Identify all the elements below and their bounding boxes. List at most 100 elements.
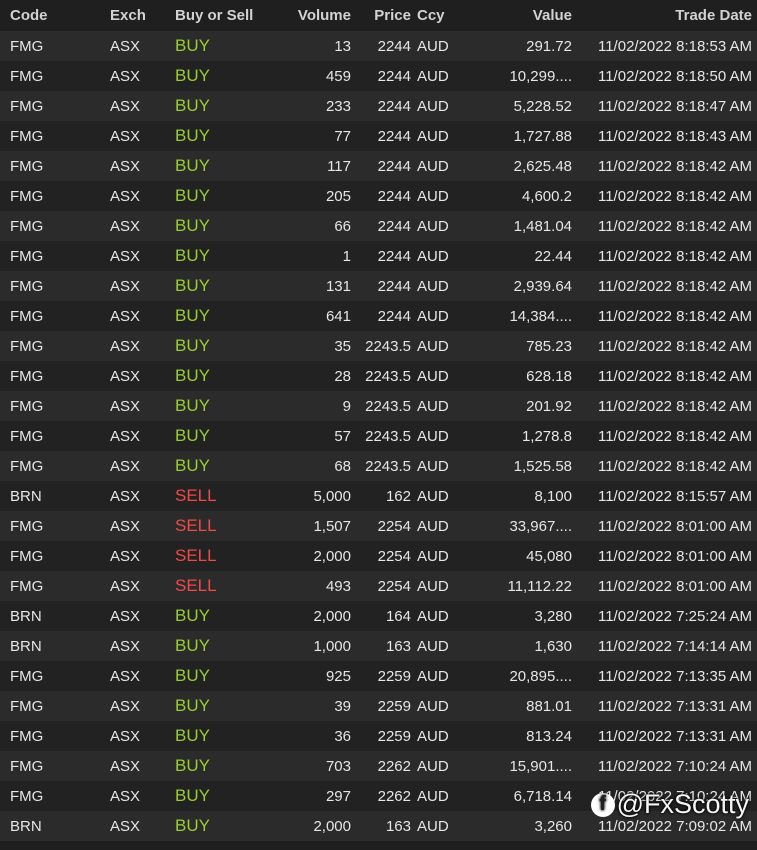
cell-value: 14,384.... [509,307,572,325]
cell-value: 1,278.8 [521,427,572,445]
cell-trade-date: 11/02/2022 7:09:02 AM [597,817,752,835]
table-row[interactable]: FMG ASX BUY 39 2259 AUD 881.01 11/02/2022 7:13:… [0,691,757,721]
table-row[interactable]: FMG ASX BUY 13 2244 AUD 291.72 11/02/2022 8:18:… [0,31,757,61]
column-header-code[interactable]: Code [0,7,100,24]
cell-volume: 459 [325,67,351,85]
cell-ccy: AUD [417,667,449,685]
cell-side: SELL [175,516,217,535]
cell-ccy: AUD [417,577,449,595]
cell-ccy: AUD [417,817,449,835]
cell-exch: ASX [110,277,141,295]
table-row[interactable]: BRN ASX SELL 5,000 162 AUD 8,100 11/02/2022 8:1… [0,481,757,511]
table-row[interactable]: FMG ASX SELL 1,507 2254 AUD 33,967.... 11/02/20… [0,511,757,541]
cell-exch: ASX [110,787,141,805]
cell-trade-date: 11/02/2022 8:18:50 AM [597,67,752,85]
cell-exch: ASX [110,517,141,535]
table-row[interactable]: FMG ASX BUY 233 2244 AUD 5,228.52 11/02/2022 8:… [0,91,757,121]
cell-trade-date: 11/02/2022 8:18:42 AM [597,367,752,385]
cell-price: 163 [385,817,411,835]
cell-exch: ASX [110,667,141,685]
cell-side: SELL [175,486,217,505]
table-row[interactable]: FMG ASX SELL 2,000 2254 AUD 45,080 11/02/2022 8… [0,541,757,571]
cell-exch: ASX [110,337,141,355]
cell-exch: ASX [110,727,141,745]
table-row[interactable]: BRN ASX BUY 1,000 163 AUD 1,630 11/02/2022 7:14… [0,631,757,661]
table-row[interactable]: FMG ASX BUY 66 2244 AUD 1,481.04 11/02/2022 8:1… [0,211,757,241]
column-header-exch[interactable]: Exch [100,7,175,24]
cell-value: 5,228.52 [513,97,572,115]
cell-volume: 77 [334,127,351,145]
cell-volume: 1,000 [313,637,351,655]
cell-value: 628.18 [526,367,572,385]
table-row[interactable]: FMG ASX BUY 703 2262 AUD 15,901.... 11/02/2022 … [0,751,757,781]
cell-side: BUY [175,696,210,715]
cell-exch: ASX [110,37,141,55]
cell-side: BUY [175,456,210,475]
cell-price: 2259 [377,727,411,745]
table-row[interactable]: BRN ASX BUY 2,000 164 AUD 3,280 11/02/2022 7:25… [0,601,757,631]
cell-value: 881.01 [526,697,572,715]
table-row[interactable]: FMG ASX BUY 77 2244 AUD 1,727.88 11/02/2022 8:1… [0,121,757,151]
column-header-value[interactable]: Value [453,7,573,24]
cell-code: FMG [10,127,44,145]
cell-price: 2244 [377,307,411,325]
table-row[interactable]: FMG ASX BUY 9 2243.5 AUD 201.92 11/02/2022 8:18… [0,391,757,421]
cell-trade-date: 11/02/2022 8:18:42 AM [597,337,752,355]
cell-price: 164 [385,607,411,625]
table-row[interactable]: FMG ASX BUY 117 2244 AUD 2,625.48 11/02/2022 8:… [0,151,757,181]
cell-ccy: AUD [417,397,449,415]
facebook-icon: f [590,792,615,817]
cell-ccy: AUD [417,157,449,175]
cell-price: 2244 [377,37,411,55]
table-row[interactable]: FMG ASX BUY 57 2243.5 AUD 1,278.8 11/02/2022 8:… [0,421,757,451]
cell-side: BUY [175,366,210,385]
cell-volume: 925 [325,667,351,685]
cell-price: 2243.5 [365,427,411,445]
cell-ccy: AUD [417,217,449,235]
cell-ccy: AUD [417,337,449,355]
cell-ccy: AUD [417,307,449,325]
cell-code: FMG [10,247,44,265]
column-header-volume[interactable]: Volume [271,7,353,24]
cell-ccy: AUD [417,547,449,565]
cell-volume: 5,000 [313,487,351,505]
cell-side: BUY [175,606,210,625]
cell-volume: 297 [325,787,351,805]
cell-exch: ASX [110,97,141,115]
cell-exch: ASX [110,127,141,145]
cell-trade-date: 11/02/2022 7:13:31 AM [597,727,752,745]
cell-price: 2244 [377,217,411,235]
cell-trade-date: 11/02/2022 8:01:00 AM [597,547,752,565]
cell-side: BUY [175,786,210,805]
table-row[interactable]: FMG ASX BUY 35 2243.5 AUD 785.23 11/02/2022 8:1… [0,331,757,361]
table-row[interactable]: FMG ASX BUY 68 2243.5 AUD 1,525.58 11/02/2022 8… [0,451,757,481]
table-row[interactable]: FMG ASX BUY 28 2243.5 AUD 628.18 11/02/2022 8:1… [0,361,757,391]
cell-volume: 703 [325,757,351,775]
table-row[interactable]: FMG ASX BUY 925 2259 AUD 20,895.... 11/02/2022 … [0,661,757,691]
cell-volume: 493 [325,577,351,595]
cell-side: BUY [175,666,210,685]
cell-ccy: AUD [417,97,449,115]
table-row[interactable]: FMG ASX BUY 36 2259 AUD 813.24 11/02/2022 7:13:… [0,721,757,751]
table-row[interactable]: FMG ASX BUY 641 2244 AUD 14,384.... 11/02/2022 … [0,301,757,331]
cell-code: FMG [10,427,44,445]
cell-price: 2254 [377,577,411,595]
cell-value: 1,481.04 [513,217,572,235]
column-header-price[interactable]: Price [353,7,411,24]
cell-code: FMG [10,757,44,775]
cell-price: 2259 [377,667,411,685]
table-row[interactable]: FMG ASX SELL 493 2254 AUD 11,112.22 11/02/2022 … [0,571,757,601]
table-row[interactable]: FMG ASX BUY 205 2244 AUD 4,600.2 11/02/2022 8:1… [0,181,757,211]
cell-price: 2254 [377,547,411,565]
cell-price: 2244 [377,187,411,205]
cell-ccy: AUD [417,67,449,85]
table-row[interactable]: FMG ASX BUY 459 2244 AUD 10,299.... 11/02/2022 … [0,61,757,91]
cell-value: 813.24 [526,727,572,745]
column-header-trade-date[interactable]: Trade Date [573,7,757,24]
column-header-ccy[interactable]: Ccy [411,7,453,24]
cell-ccy: AUD [417,247,449,265]
table-row[interactable]: FMG ASX BUY 1 2244 AUD 22.44 11/02/2022 8:18:42… [0,241,757,271]
cell-ccy: AUD [417,37,449,55]
column-header-side[interactable]: Buy or Sell [175,7,271,24]
table-row[interactable]: FMG ASX BUY 131 2244 AUD 2,939.64 11/02/2022 8:… [0,271,757,301]
